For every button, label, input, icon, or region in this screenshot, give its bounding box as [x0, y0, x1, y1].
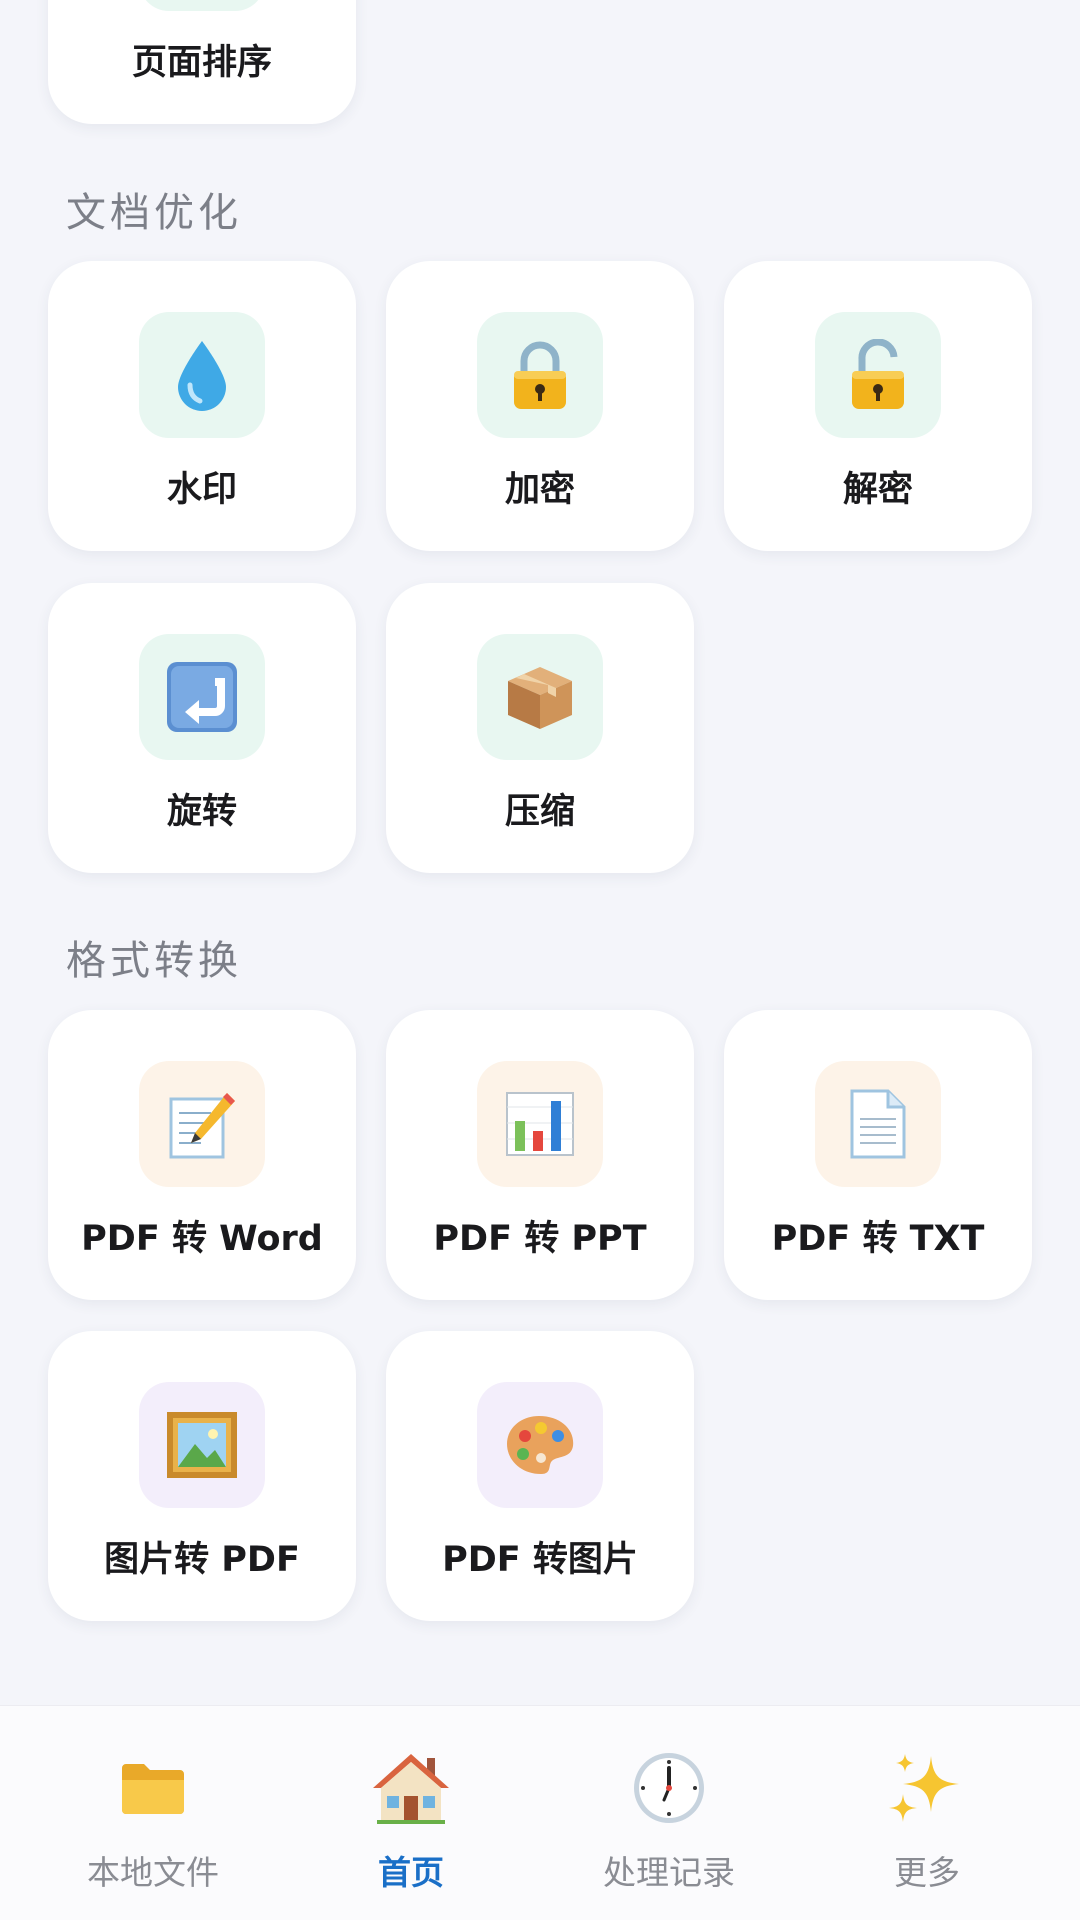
tool-card-compress[interactable]: 压缩	[386, 583, 694, 873]
framed-picture-icon	[139, 1382, 265, 1508]
house-icon	[361, 1738, 461, 1838]
tool-card-label: 解密	[842, 470, 913, 510]
droplet-icon	[139, 312, 265, 438]
tool-card-label: 压缩	[504, 792, 575, 832]
nav-label: 本地文件	[87, 1853, 219, 1892]
tool-card-image-to-pdf[interactable]: 图片转 PDF	[48, 1331, 356, 1621]
tools-scroll-area[interactable]: 页面排序 文档优化 水印 加密 解密 旋转 压缩 格式转换 PDF 转 Word…	[0, 0, 1080, 1705]
tool-card-label: 页面排序	[131, 43, 272, 83]
nav-item-history[interactable]: 处理记录	[534, 1706, 804, 1920]
palette-icon	[477, 1382, 603, 1508]
section-title-optimize: 文档优化	[66, 190, 242, 236]
nav-label: 更多	[894, 1853, 960, 1892]
page-sort-icon	[139, 0, 265, 11]
rotate-arrow-icon	[139, 634, 265, 760]
tool-card-pdf-to-image[interactable]: PDF 转图片	[386, 1331, 694, 1621]
document-icon	[815, 1061, 941, 1187]
sparkles-icon	[877, 1738, 977, 1838]
package-box-icon	[477, 634, 603, 760]
tool-card-encrypt[interactable]: 加密	[386, 261, 694, 551]
nav-item-local-files[interactable]: 本地文件	[18, 1706, 288, 1920]
tool-card-pdf-to-ppt[interactable]: PDF 转 PPT	[386, 1010, 694, 1300]
tool-card-pdf-to-txt[interactable]: PDF 转 TXT	[724, 1010, 1032, 1300]
tool-card-label: PDF 转图片	[442, 1540, 638, 1580]
tool-card-label: PDF 转 Word	[81, 1219, 323, 1259]
lock-icon	[477, 312, 603, 438]
tool-card-label: PDF 转 PPT	[433, 1219, 647, 1259]
nav-item-home[interactable]: 首页	[276, 1706, 546, 1920]
folder-icon	[103, 1738, 203, 1838]
nav-label: 首页	[378, 1853, 444, 1892]
tool-card-label: 加密	[504, 470, 575, 510]
tool-card-decrypt[interactable]: 解密	[724, 261, 1032, 551]
tool-card-label: PDF 转 TXT	[771, 1219, 985, 1259]
tool-card-label: 图片转 PDF	[104, 1540, 300, 1580]
clock-icon	[619, 1738, 719, 1838]
tool-card-label: 水印	[166, 470, 237, 510]
tool-card-rotate[interactable]: 旋转	[48, 583, 356, 873]
tool-card-label: 旋转	[166, 792, 237, 832]
nav-item-more[interactable]: 更多	[792, 1706, 1062, 1920]
bar-chart-icon	[477, 1061, 603, 1187]
bottom-navigation: 本地文件 首页 处理记录 更多	[0, 1705, 1080, 1920]
unlock-icon	[815, 312, 941, 438]
tool-card-watermark[interactable]: 水印	[48, 261, 356, 551]
nav-label: 处理记录	[603, 1853, 735, 1892]
tool-card-pdf-to-word[interactable]: PDF 转 Word	[48, 1010, 356, 1300]
memo-pencil-icon	[139, 1061, 265, 1187]
section-title-convert: 格式转换	[66, 938, 242, 984]
tool-card-page-sort[interactable]: 页面排序	[48, 0, 356, 124]
